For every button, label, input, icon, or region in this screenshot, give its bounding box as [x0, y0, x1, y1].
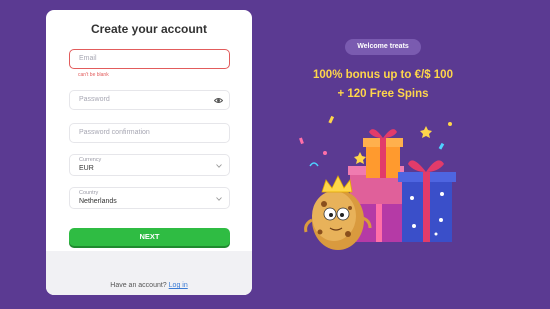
promo-line-1: 100% bonus up to €/$ 100	[313, 69, 453, 81]
promo-illustration	[299, 115, 456, 250]
chevron-down-icon	[216, 197, 222, 201]
welcome-badge: Welcome treats	[345, 39, 421, 55]
currency-select[interactable]: Currency EUR	[69, 154, 230, 176]
country-select[interactable]: Country Netherlands	[69, 187, 230, 209]
country-label: Country	[79, 190, 99, 196]
eye-icon[interactable]	[214, 96, 223, 105]
country-value: Netherlands	[79, 198, 117, 205]
gift-boxes	[348, 129, 456, 242]
promo-line-2: + 120 Free Spins	[337, 88, 429, 100]
currency-label: Currency	[79, 157, 102, 163]
email-field[interactable]: Email	[69, 49, 230, 69]
password-confirmation-placeholder: Password confirmation	[79, 129, 150, 136]
chevron-down-icon	[216, 164, 222, 168]
have-account-text: Have an account?	[110, 282, 167, 289]
login-link[interactable]: Log in	[169, 282, 188, 289]
currency-value: EUR	[79, 165, 94, 172]
have-account-row: Have an account? Log in	[46, 282, 252, 289]
password-confirmation-field[interactable]: Password confirmation	[69, 123, 230, 143]
email-error: can't be blank	[78, 72, 109, 78]
signup-card: Create your account Email can't be blank…	[46, 10, 252, 295]
next-button[interactable]: NEXT	[69, 228, 230, 246]
form-title: Create your account	[90, 22, 208, 36]
email-placeholder: Email	[79, 55, 97, 62]
password-field[interactable]: Password	[69, 90, 230, 110]
password-placeholder: Password	[79, 96, 110, 103]
